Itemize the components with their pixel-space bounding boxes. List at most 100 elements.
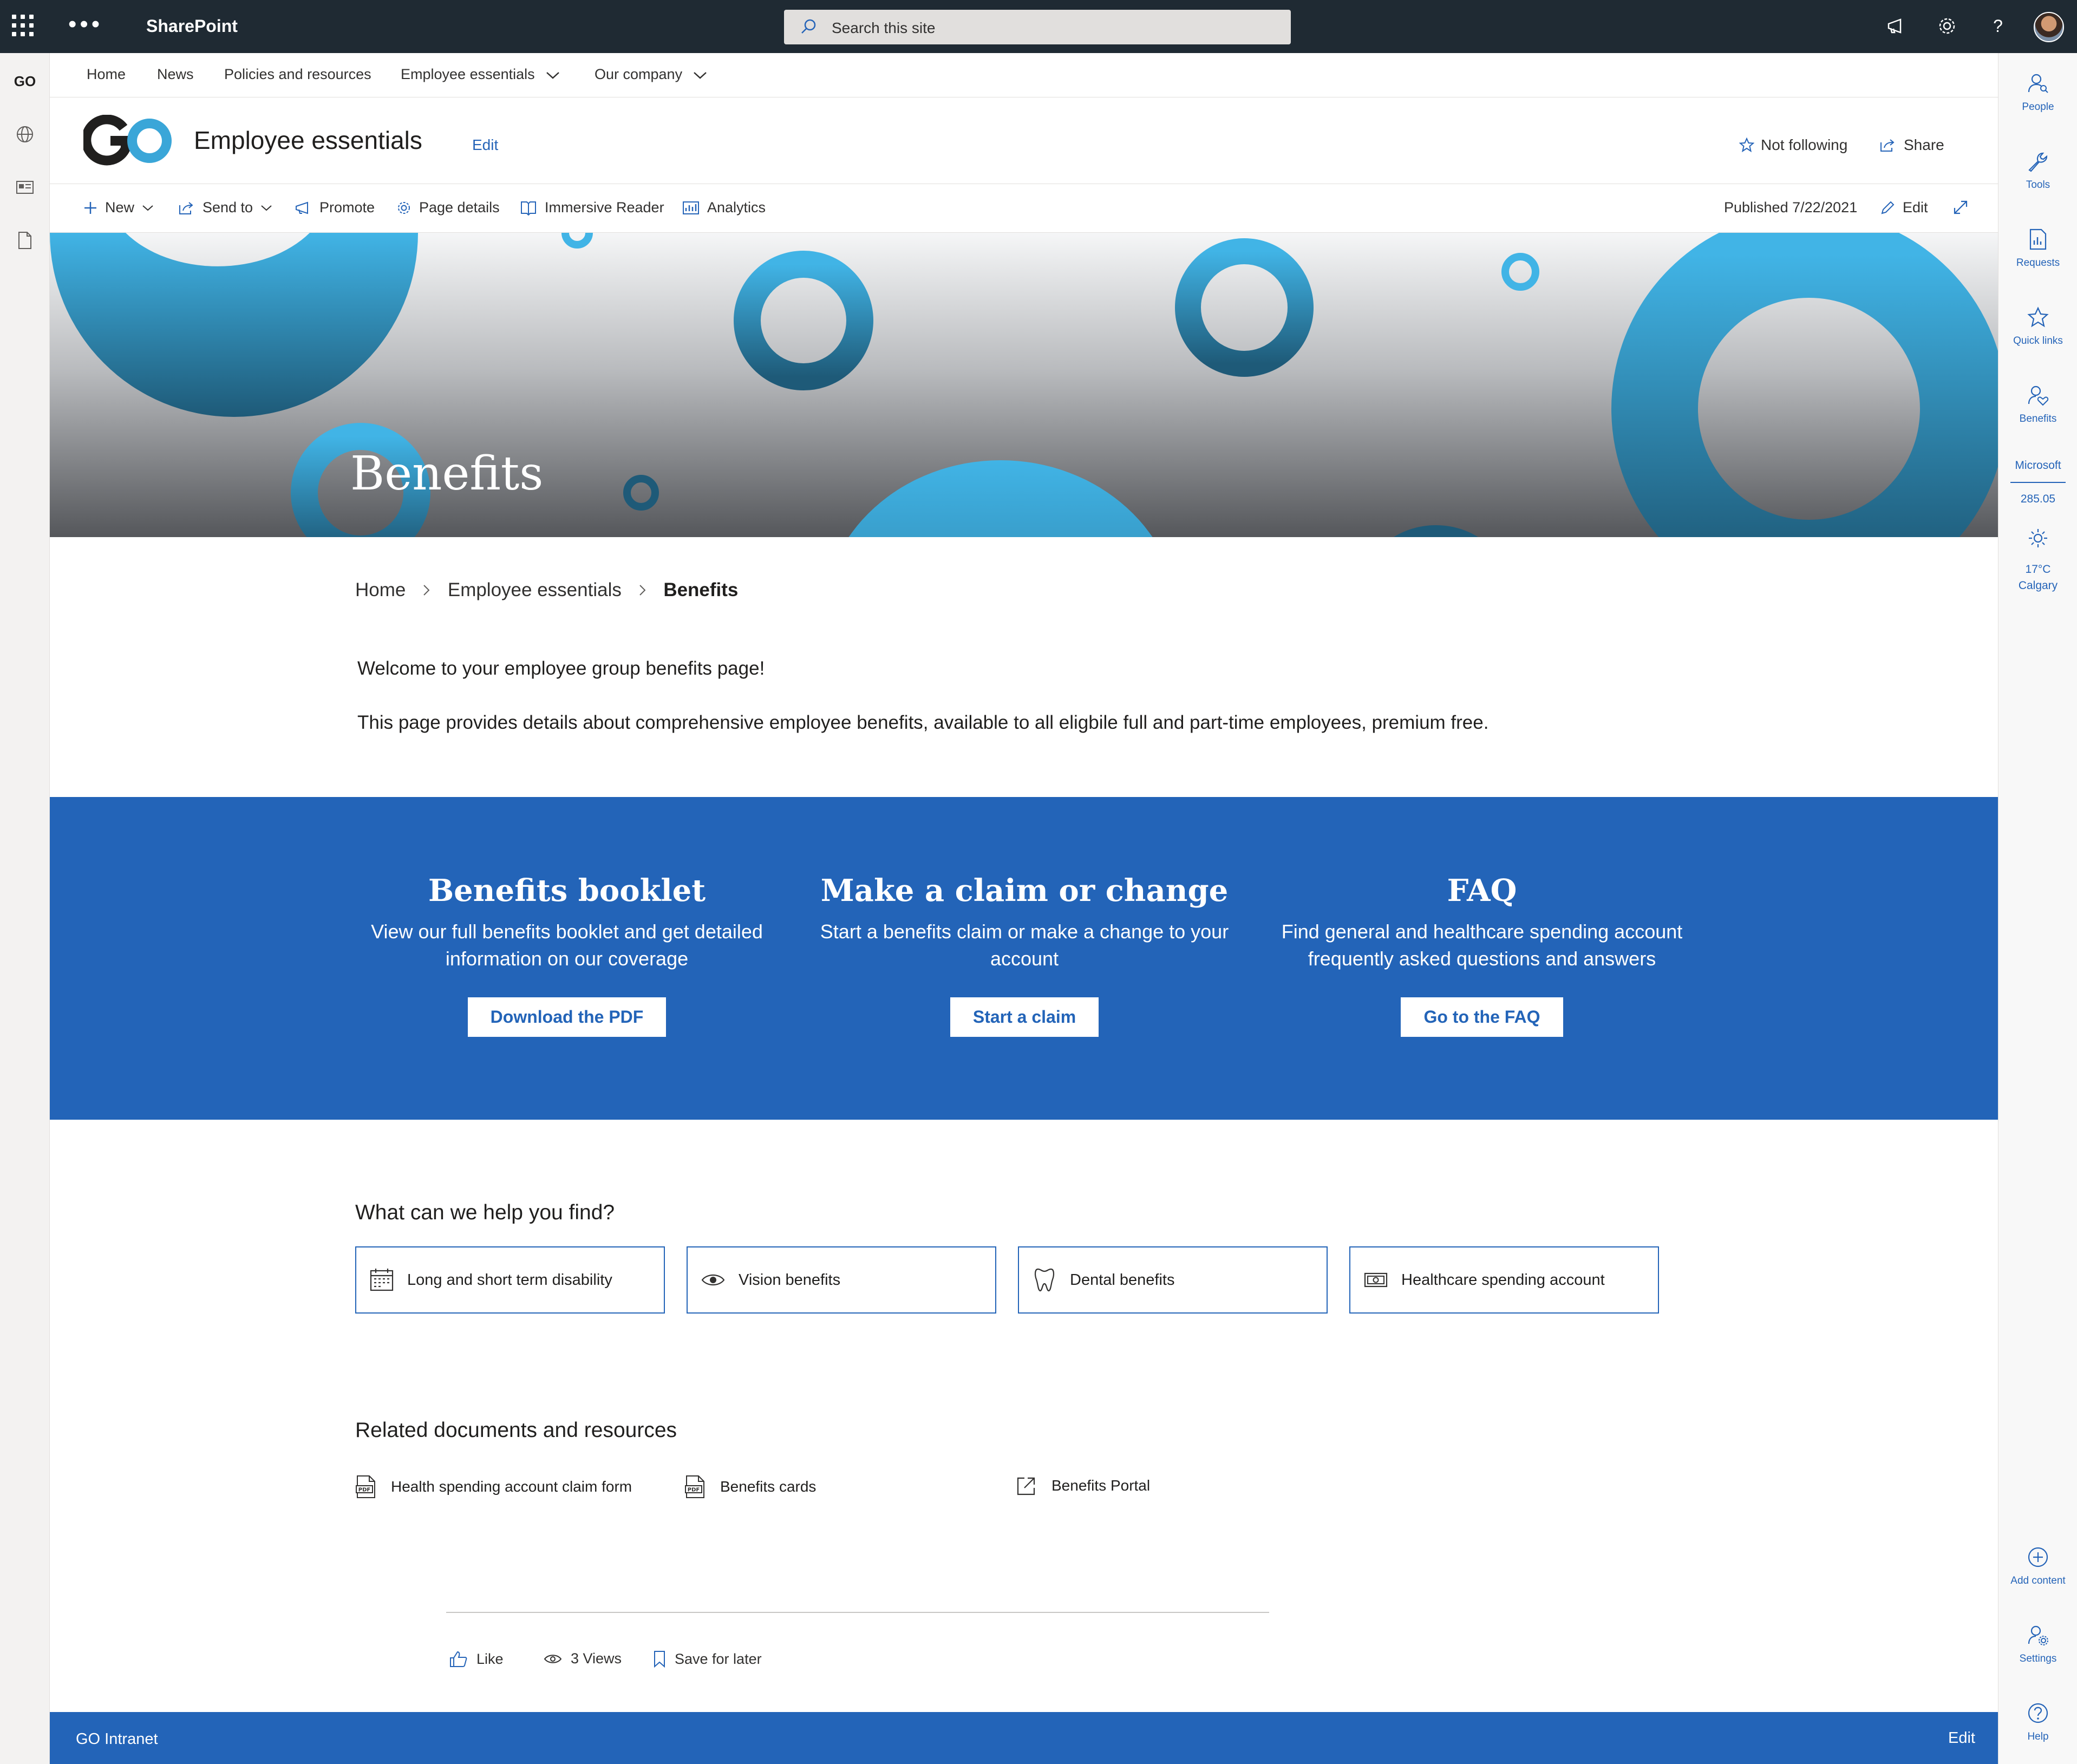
breadcrumb-current: Benefits [663,579,739,600]
benefits-booklet-line2: information on our coverage [445,948,689,970]
link-benefits-portal[interactable]: Benefits Portal [1016,1475,1150,1497]
analytics-label: Analytics [707,199,766,215]
stock-value: 285.05 [2020,493,2056,505]
rail-tools-label: Tools [2026,179,2050,191]
suite-brand[interactable]: SharePoint [146,16,238,36]
app-launcher-icon[interactable] [12,15,34,36]
go-logo-icon[interactable] [83,115,172,167]
save-for-later-label: Save for later [675,1650,762,1667]
rail-people[interactable]: People [1998,73,2077,113]
tile-dental[interactable]: Dental benefits [1018,1246,1328,1314]
search-box[interactable]: Search this site [784,10,1291,44]
promote-button[interactable]: Promote [295,199,375,216]
go-site-logo-icon[interactable]: GO [13,69,37,93]
more-apps-icon[interactable]: ••• [68,12,103,36]
claim-line1: Start a benefits claim or make a change … [820,920,1229,943]
follow-button[interactable]: Not following [1739,136,1847,154]
benefits-booklet-section: Benefits booklet View our full benefits … [345,873,789,1037]
chevron-down-icon [694,71,707,79]
doc-health-spending-form[interactable]: PDF Health spending account claim form [355,1475,632,1499]
related-section-title: Related documents and resources [355,1419,677,1442]
star-icon [1739,137,1755,153]
breadcrumb-section[interactable]: Employee essentials [448,579,622,600]
help-section-title: What can we help you find? [355,1201,615,1224]
chevron-down-icon [261,205,272,211]
rail-benefits[interactable]: Benefits [1998,384,2077,425]
go-site-logo-text: GO [14,73,36,89]
help-icon[interactable]: ? [1987,15,2009,37]
promote-label: Promote [319,199,375,215]
send-to-button[interactable]: Send to [179,199,272,216]
start-claim-button[interactable]: Start a claim [950,997,1099,1037]
published-date: Published 7/22/2021 [1724,199,1857,216]
avatar[interactable] [2034,12,2064,42]
go-to-faq-button[interactable]: Go to the FAQ [1401,997,1563,1037]
page-edit-button[interactable]: Edit [1880,199,1928,216]
nav-news[interactable]: News [157,66,194,83]
like-label: Like [476,1650,504,1667]
nav-employee-essentials[interactable]: Employee essentials [401,66,560,83]
immersive-reader-button[interactable]: Immersive Reader [520,199,664,216]
breadcrumb-home[interactable]: Home [355,579,406,600]
claim-title: Make a claim or change [820,873,1229,909]
tile-healthcare-spending[interactable]: Healthcare spending account [1349,1246,1659,1314]
footer-edit-link[interactable]: Edit [1948,1729,1975,1747]
nav-home[interactable]: Home [87,66,126,83]
page-details-button[interactable]: Page details [396,199,500,216]
doc-benefits-cards[interactable]: PDF Benefits cards [684,1475,816,1499]
share-label: Share [1904,136,1944,153]
rail-tools[interactable]: Tools [1998,151,2077,191]
gear-icon [398,201,410,214]
site-title[interactable]: Employee essentials [194,126,422,155]
nav-policies[interactable]: Policies and resources [224,66,371,83]
thumbs-up-icon [450,1651,467,1667]
follow-label: Not following [1761,136,1848,153]
rail-weather[interactable] [1998,527,2077,552]
gear-icon[interactable] [1936,15,1958,37]
rail-requests[interactable]: Requests [1998,228,2077,269]
like-button[interactable]: Like [449,1650,504,1668]
expand-button[interactable] [1952,199,1969,215]
right-app-bar: People Tools Requests Quick links Benefi… [1998,53,2077,1764]
people-icon [2028,74,2048,93]
claim-description: Start a benefits claim or make a change … [802,918,1246,972]
megaphone-icon[interactable] [1885,15,1907,37]
rail-help-label: Help [2027,1731,2049,1742]
search-icon [801,19,816,34]
search-input[interactable]: Search this site [832,19,935,37]
benefits-booklet-line1: View our full benefits booklet and get d… [371,920,763,943]
news-icon[interactable] [13,175,37,199]
site-header: Employee essentials Edit Not following S… [50,97,1998,184]
new-label: New [105,199,135,215]
claim-section: Make a claim or change Start a benefits … [802,873,1246,1037]
nav-our-company[interactable]: Our company [595,66,707,83]
send-to-label: Send to [203,199,253,215]
rail-settings[interactable]: Settings [1998,1624,2077,1665]
rail-quick-links[interactable]: Quick links [1998,306,2077,347]
document-icon[interactable] [13,228,37,252]
share-button[interactable]: Share [1880,136,1944,154]
stock-name[interactable]: Microsoft [1998,459,2077,472]
tile-disability[interactable]: Long and short term disability [355,1246,665,1314]
svg-text:PDF: PDF [358,1487,370,1493]
page-edit-label: Edit [1903,199,1928,215]
faq-title: FAQ [1447,873,1517,909]
nav-our-company-label: Our company [595,66,683,82]
views-label: 3 Views [571,1650,622,1667]
header-edit-link[interactable]: Edit [472,136,498,154]
pencil-icon [1881,201,1895,214]
rail-help[interactable]: Help [1998,1702,2077,1743]
tile-vision[interactable]: Vision benefits [687,1246,996,1314]
stock-divider [2010,482,2066,483]
faq-line2: frequently asked questions and answers [1308,948,1656,970]
new-button[interactable]: New [83,199,154,216]
site-navigation: Home News Policies and resources Employe… [50,53,1998,97]
doc-health-spending-form-label: Health spending account claim form [391,1478,632,1495]
rail-add-content[interactable]: Add content [1998,1546,2077,1587]
save-for-later-button[interactable]: Save for later [653,1650,762,1668]
call-to-action-band: Benefits booklet View our full benefits … [50,797,1998,1120]
download-pdf-button[interactable]: Download the PDF [467,997,667,1037]
globe-icon[interactable] [13,122,37,146]
analytics-button[interactable]: Analytics [682,199,766,216]
page-details-label: Page details [419,199,500,215]
